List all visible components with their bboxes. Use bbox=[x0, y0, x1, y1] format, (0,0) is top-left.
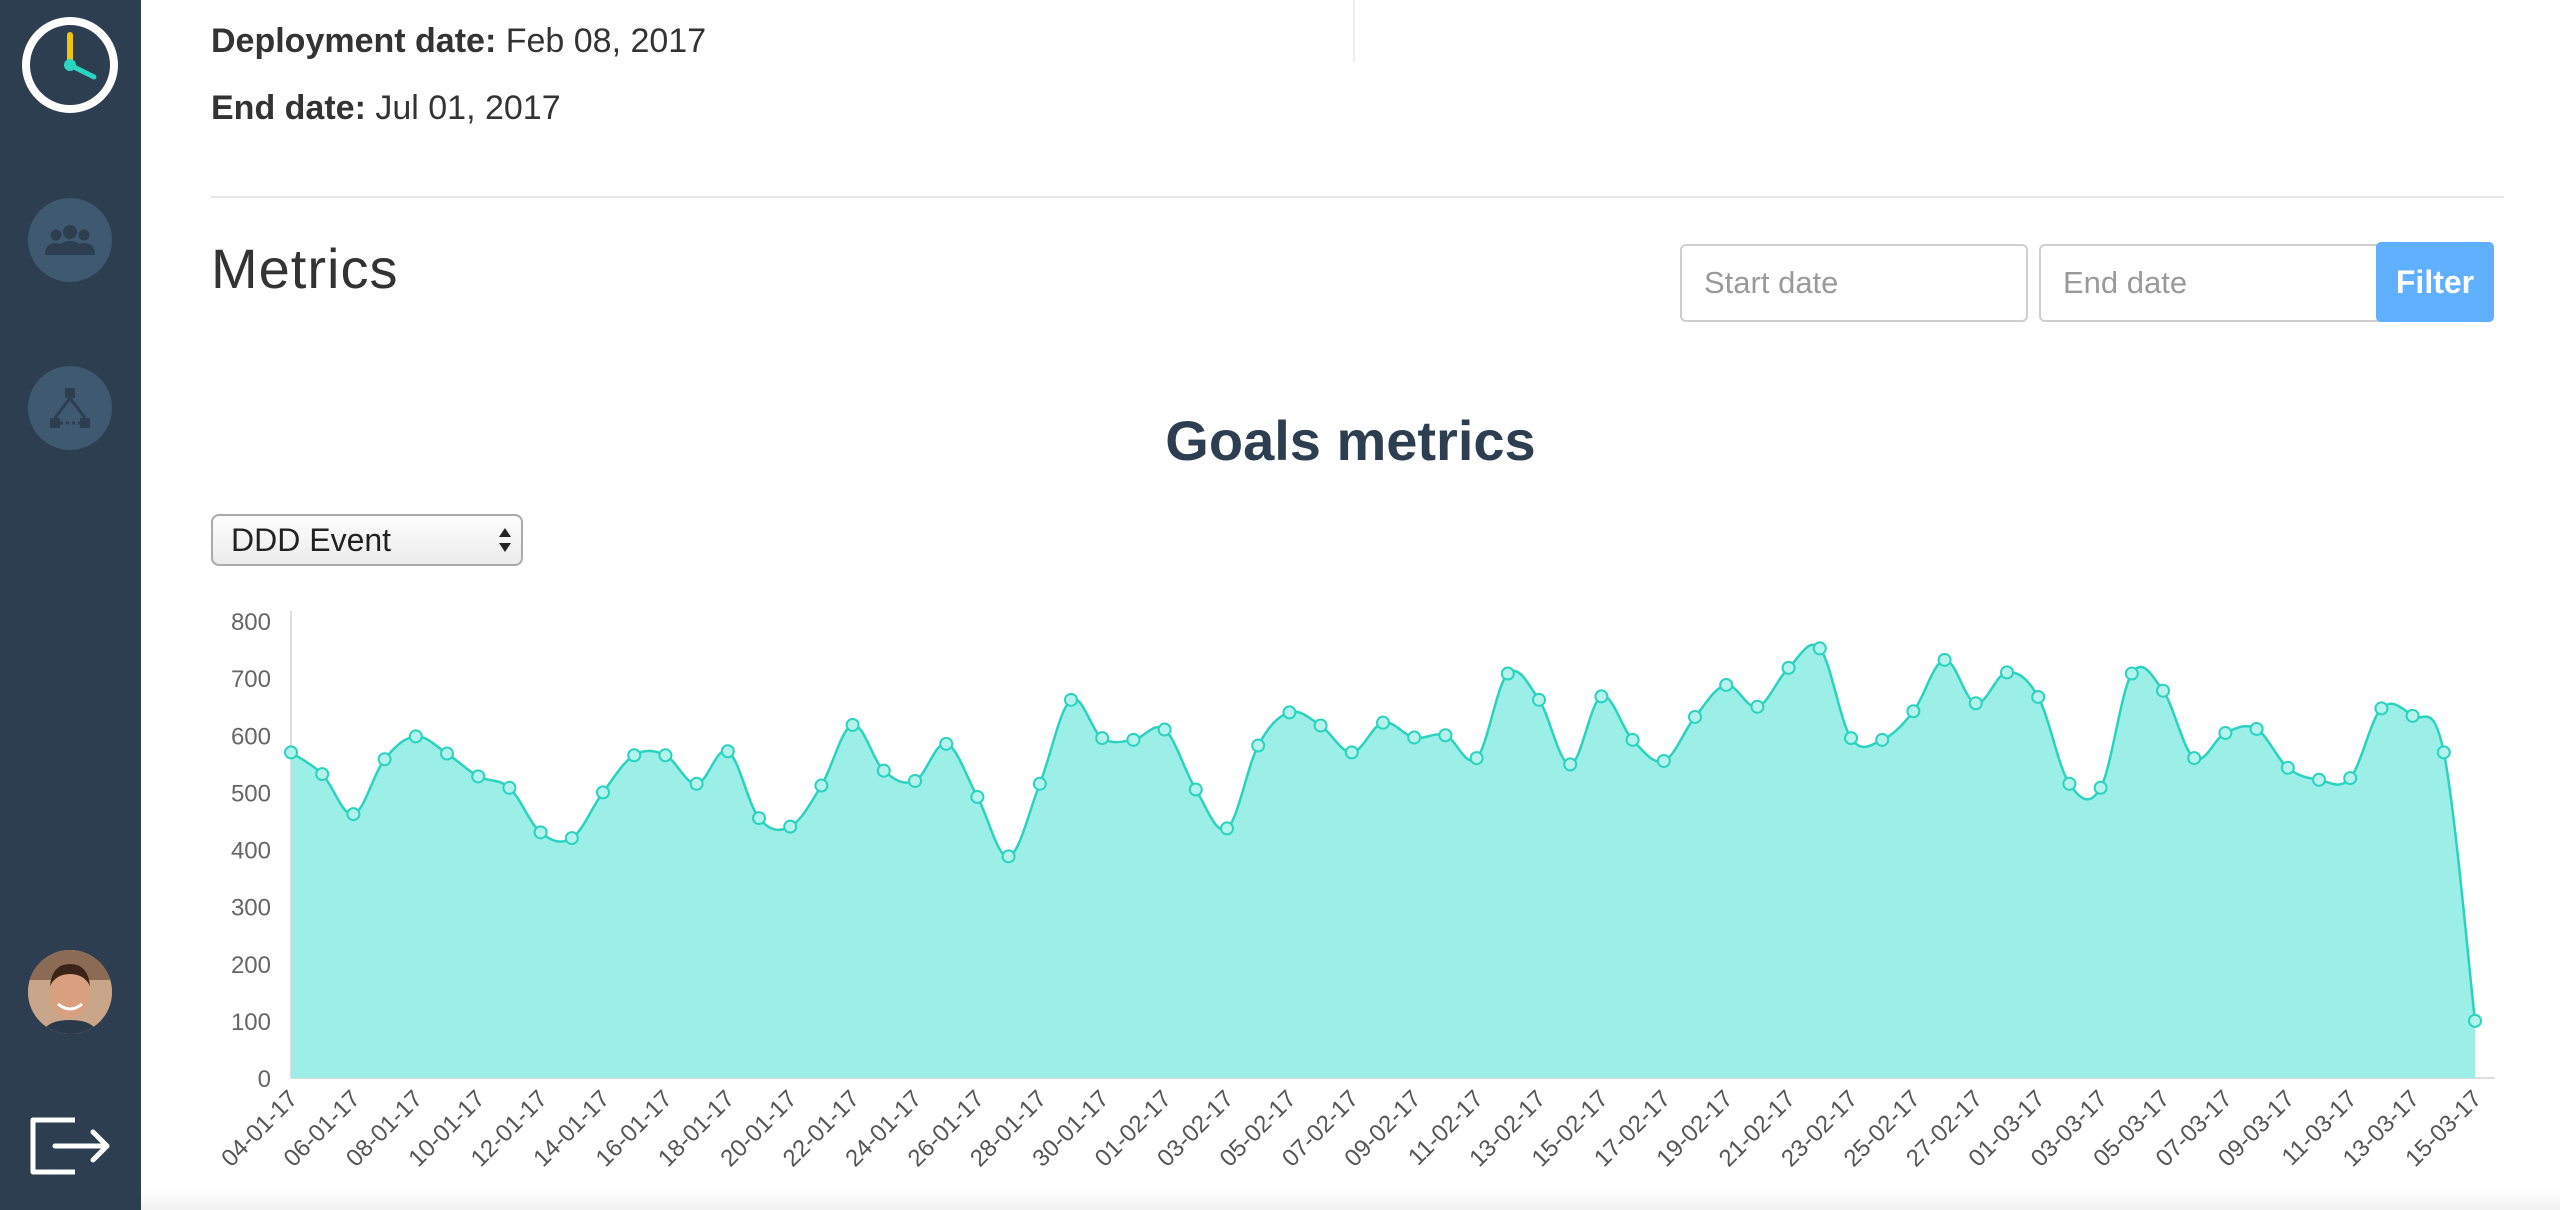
data-point bbox=[1001, 849, 1016, 864]
data-point bbox=[284, 745, 298, 760]
data-point bbox=[1875, 732, 1890, 747]
data-point bbox=[1532, 692, 1546, 707]
data-point bbox=[1251, 738, 1266, 753]
data-point bbox=[1937, 652, 1952, 667]
data-point bbox=[2280, 760, 2295, 775]
y-tick-label: 0 bbox=[258, 1066, 271, 1093]
data-point bbox=[1968, 696, 1983, 711]
data-point bbox=[1781, 660, 1796, 675]
data-point bbox=[2468, 1013, 2482, 1028]
data-point bbox=[752, 811, 766, 826]
data-point bbox=[2062, 776, 2077, 791]
data-point bbox=[596, 785, 610, 800]
data-point bbox=[2405, 708, 2420, 723]
data-point bbox=[1438, 728, 1453, 743]
data-point bbox=[1126, 732, 1141, 747]
data-point bbox=[783, 819, 798, 834]
data-point bbox=[814, 778, 829, 793]
data-point bbox=[845, 717, 860, 732]
data-point bbox=[1064, 692, 1078, 707]
data-point bbox=[1719, 677, 1734, 692]
data-point bbox=[2000, 665, 2014, 680]
data-point bbox=[1313, 718, 1328, 733]
data-point bbox=[939, 736, 954, 751]
data-point bbox=[1656, 753, 1671, 768]
data-point bbox=[1625, 732, 1640, 747]
data-point bbox=[970, 789, 985, 804]
data-point bbox=[2187, 751, 2202, 766]
data-point bbox=[315, 767, 330, 782]
y-tick-label: 600 bbox=[231, 723, 271, 750]
data-point bbox=[1407, 730, 1422, 745]
data-point bbox=[1376, 715, 1390, 730]
data-point bbox=[471, 769, 486, 784]
y-tick-label: 200 bbox=[231, 952, 271, 979]
y-tick-label: 800 bbox=[231, 609, 271, 636]
data-point bbox=[533, 825, 548, 840]
data-point bbox=[1688, 709, 1702, 724]
data-point bbox=[2436, 745, 2451, 760]
series-area bbox=[291, 644, 2475, 1078]
data-point bbox=[876, 763, 891, 778]
data-point bbox=[2031, 689, 2046, 704]
y-tick-label: 300 bbox=[231, 895, 271, 922]
data-point bbox=[1500, 666, 1515, 681]
data-point bbox=[1812, 641, 1827, 656]
data-point bbox=[346, 807, 361, 822]
data-point bbox=[1095, 731, 1110, 746]
y-tick-label: 100 bbox=[231, 1009, 271, 1036]
y-tick-label: 400 bbox=[231, 838, 271, 865]
data-point bbox=[377, 752, 392, 767]
data-point bbox=[1563, 757, 1578, 772]
data-point bbox=[1220, 821, 1234, 836]
data-point bbox=[627, 748, 642, 763]
data-point bbox=[1750, 699, 1765, 714]
data-point bbox=[1282, 705, 1297, 720]
data-point bbox=[2374, 701, 2389, 716]
data-point bbox=[720, 744, 735, 759]
data-point bbox=[2156, 683, 2170, 698]
data-point bbox=[2312, 772, 2326, 787]
data-point bbox=[1594, 689, 1609, 704]
data-point bbox=[408, 729, 423, 744]
data-point bbox=[2093, 780, 2108, 795]
data-point bbox=[2249, 721, 2264, 736]
data-point bbox=[1844, 731, 1858, 746]
data-point bbox=[1032, 776, 1047, 791]
data-point bbox=[440, 746, 454, 761]
data-point bbox=[2343, 771, 2358, 786]
data-point bbox=[1188, 782, 1203, 797]
data-point bbox=[908, 773, 922, 788]
data-point bbox=[502, 780, 517, 795]
data-point bbox=[564, 831, 579, 846]
data-point bbox=[1157, 722, 1172, 737]
data-point bbox=[1469, 751, 1484, 766]
data-point bbox=[689, 776, 704, 791]
data-point bbox=[1906, 704, 1921, 719]
data-point bbox=[1344, 745, 1359, 760]
data-point bbox=[2124, 666, 2139, 681]
data-point bbox=[2218, 725, 2233, 740]
y-tick-label: 700 bbox=[231, 666, 271, 693]
goals-chart: 010020030040050060070080004-01-1706-01-1… bbox=[216, 609, 2495, 1172]
y-tick-label: 500 bbox=[231, 780, 271, 807]
data-point bbox=[658, 748, 673, 763]
